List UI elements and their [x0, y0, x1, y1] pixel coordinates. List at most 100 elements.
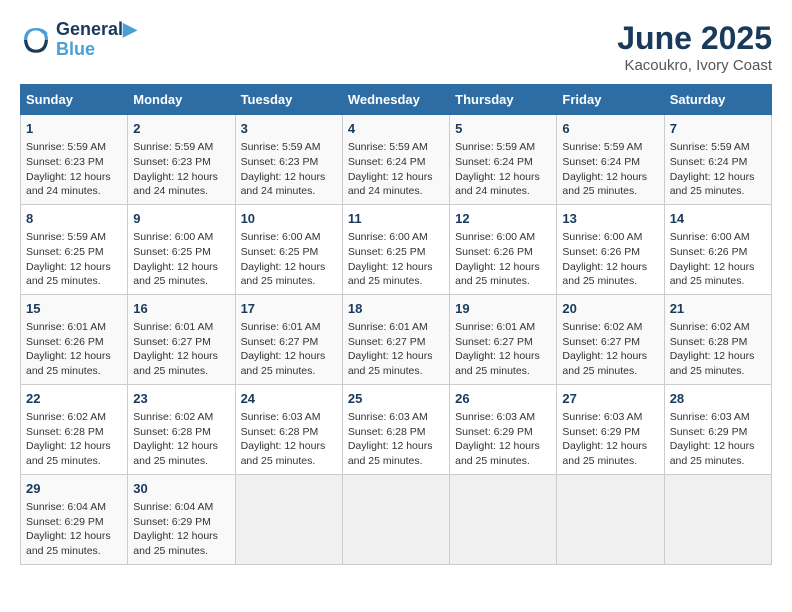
day-number: 27	[562, 390, 658, 408]
calendar-cell: 3 Sunrise: 5:59 AM Sunset: 6:23 PM Daylig…	[235, 115, 342, 205]
day-number: 15	[26, 300, 122, 318]
day-info: Sunrise: 6:02 AM Sunset: 6:27 PM Dayligh…	[562, 320, 658, 379]
calendar-cell: 15 Sunrise: 6:01 AM Sunset: 6:26 PM Dayli…	[21, 294, 128, 384]
day-number: 14	[670, 210, 766, 228]
calendar-cell: 28 Sunrise: 6:03 AM Sunset: 6:29 PM Dayli…	[664, 384, 771, 474]
calendar-cell: 1Sunrise: 5:59 AM Sunset: 6:23 PM Daylig…	[21, 115, 128, 205]
calendar-cell: 2Sunrise: 5:59 AM Sunset: 6:23 PM Daylig…	[128, 115, 235, 205]
calendar-cell: 26 Sunrise: 6:03 AM Sunset: 6:29 PM Dayli…	[450, 384, 557, 474]
main-title: June 2025	[617, 20, 772, 57]
day-info: Sunrise: 6:03 AM Sunset: 6:28 PM Dayligh…	[348, 410, 444, 469]
day-info: Sunrise: 5:59 AM Sunset: 6:24 PM Dayligh…	[455, 140, 551, 199]
day-number: 21	[670, 300, 766, 318]
calendar-cell: 10Sunrise: 6:00 AM Sunset: 6:25 PM Dayli…	[235, 204, 342, 294]
day-header-thursday: Thursday	[450, 85, 557, 115]
day-number: 28	[670, 390, 766, 408]
calendar-cell: 30 Sunrise: 6:04 AM Sunset: 6:29 PM Dayli…	[128, 474, 235, 564]
day-number: 16	[133, 300, 229, 318]
day-number: 8	[26, 210, 122, 228]
day-number: 2	[133, 120, 229, 138]
day-info: Sunrise: 6:00 AM Sunset: 6:26 PM Dayligh…	[562, 230, 658, 289]
calendar-header-row: SundayMondayTuesdayWednesdayThursdayFrid…	[21, 85, 772, 115]
calendar-cell: 8 Sunrise: 5:59 AM Sunset: 6:25 PM Daylig…	[21, 204, 128, 294]
calendar-cell: 19Sunrise: 6:01 AM Sunset: 6:27 PM Dayli…	[450, 294, 557, 384]
day-header-tuesday: Tuesday	[235, 85, 342, 115]
day-number: 25	[348, 390, 444, 408]
calendar-cell: 16 Sunrise: 6:01 AM Sunset: 6:27 PM Dayli…	[128, 294, 235, 384]
logo-text: General▶ Blue	[56, 20, 137, 60]
calendar-cell: 5 Sunrise: 5:59 AM Sunset: 6:24 PM Daylig…	[450, 115, 557, 205]
day-info: Sunrise: 6:01 AM Sunset: 6:27 PM Dayligh…	[241, 320, 337, 379]
day-number: 5	[455, 120, 551, 138]
calendar-cell: 29Sunrise: 6:04 AM Sunset: 6:29 PM Dayli…	[21, 474, 128, 564]
day-number: 26	[455, 390, 551, 408]
day-number: 23	[133, 390, 229, 408]
day-header-saturday: Saturday	[664, 85, 771, 115]
calendar-cell: 13 Sunrise: 6:00 AM Sunset: 6:26 PM Dayli…	[557, 204, 664, 294]
day-info: Sunrise: 6:04 AM Sunset: 6:29 PM Dayligh…	[133, 500, 229, 559]
day-number: 7	[670, 120, 766, 138]
day-number: 12	[455, 210, 551, 228]
subtitle: Kacoukro, Ivory Coast	[617, 57, 772, 74]
calendar-cell: 17 Sunrise: 6:01 AM Sunset: 6:27 PM Dayli…	[235, 294, 342, 384]
day-info: Sunrise: 6:03 AM Sunset: 6:29 PM Dayligh…	[455, 410, 551, 469]
day-number: 17	[241, 300, 337, 318]
day-info: Sunrise: 6:00 AM Sunset: 6:25 PM Dayligh…	[133, 230, 229, 289]
day-number: 6	[562, 120, 658, 138]
calendar-cell	[557, 474, 664, 564]
calendar-week-4: 22 Sunrise: 6:02 AM Sunset: 6:28 PM Dayli…	[21, 384, 772, 474]
day-info: Sunrise: 6:03 AM Sunset: 6:29 PM Dayligh…	[562, 410, 658, 469]
calendar-body: 1 Sunrise: 5:59 AM Sunset: 6:23 PM Daylig…	[21, 115, 772, 565]
day-info: Sunrise: 6:01 AM Sunset: 6:27 PM Dayligh…	[348, 320, 444, 379]
day-info: Sunrise: 6:01 AM Sunset: 6:26 PM Dayligh…	[26, 320, 122, 379]
day-info: Sunrise: 6:01 AM Sunset: 6:27 PM Dayligh…	[455, 320, 551, 379]
day-number: 13	[562, 210, 658, 228]
header: General▶ Blue June 2025 Kacoukro, Ivory …	[20, 20, 772, 74]
calendar-week-3: 15 Sunrise: 6:01 AM Sunset: 6:26 PM Dayli…	[21, 294, 772, 384]
calendar-cell	[342, 474, 449, 564]
day-header-sunday: Sunday	[21, 85, 128, 115]
calendar-cell: 14Sunrise: 6:00 AM Sunset: 6:26 PM Dayli…	[664, 204, 771, 294]
calendar-cell: 23 Sunrise: 6:02 AM Sunset: 6:28 PM Dayli…	[128, 384, 235, 474]
calendar-cell	[235, 474, 342, 564]
day-info: Sunrise: 6:03 AM Sunset: 6:28 PM Dayligh…	[241, 410, 337, 469]
day-number: 30	[133, 480, 229, 498]
day-number: 10	[241, 210, 337, 228]
logo: General▶ Blue	[20, 20, 137, 60]
day-info: Sunrise: 5:59 AM Sunset: 6:24 PM Dayligh…	[670, 140, 766, 199]
calendar-week-5: 29Sunrise: 6:04 AM Sunset: 6:29 PM Dayli…	[21, 474, 772, 564]
day-header-friday: Friday	[557, 85, 664, 115]
day-info: Sunrise: 6:02 AM Sunset: 6:28 PM Dayligh…	[133, 410, 229, 469]
calendar-week-2: 8 Sunrise: 5:59 AM Sunset: 6:25 PM Daylig…	[21, 204, 772, 294]
day-info: Sunrise: 6:03 AM Sunset: 6:29 PM Dayligh…	[670, 410, 766, 469]
day-number: 1	[26, 120, 122, 138]
day-number: 20	[562, 300, 658, 318]
calendar-week-1: 1 Sunrise: 5:59 AM Sunset: 6:23 PM Daylig…	[21, 115, 772, 205]
day-header-monday: Monday	[128, 85, 235, 115]
calendar-cell: 9 Sunrise: 6:00 AM Sunset: 6:25 PM Daylig…	[128, 204, 235, 294]
calendar-cell: 18Sunrise: 6:01 AM Sunset: 6:27 PM Dayli…	[342, 294, 449, 384]
calendar-cell: 20 Sunrise: 6:02 AM Sunset: 6:27 PM Dayli…	[557, 294, 664, 384]
day-number: 11	[348, 210, 444, 228]
day-info: Sunrise: 5:59 AM Sunset: 6:25 PM Dayligh…	[26, 230, 122, 289]
day-number: 22	[26, 390, 122, 408]
calendar-cell: 4Sunrise: 5:59 AM Sunset: 6:24 PM Daylig…	[342, 115, 449, 205]
day-info: Sunrise: 6:00 AM Sunset: 6:26 PM Dayligh…	[455, 230, 551, 289]
calendar-cell: 27 Sunrise: 6:03 AM Sunset: 6:29 PM Dayli…	[557, 384, 664, 474]
calendar-cell: 12 Sunrise: 6:00 AM Sunset: 6:26 PM Dayli…	[450, 204, 557, 294]
calendar-cell: 11 Sunrise: 6:00 AM Sunset: 6:25 PM Dayli…	[342, 204, 449, 294]
day-info: Sunrise: 6:02 AM Sunset: 6:28 PM Dayligh…	[26, 410, 122, 469]
day-number: 3	[241, 120, 337, 138]
day-header-wednesday: Wednesday	[342, 85, 449, 115]
day-info: Sunrise: 6:00 AM Sunset: 6:25 PM Dayligh…	[348, 230, 444, 289]
day-number: 9	[133, 210, 229, 228]
logo-icon	[20, 24, 52, 56]
day-info: Sunrise: 5:59 AM Sunset: 6:23 PM Dayligh…	[241, 140, 337, 199]
day-info: Sunrise: 6:02 AM Sunset: 6:28 PM Dayligh…	[670, 320, 766, 379]
calendar-cell	[664, 474, 771, 564]
title-area: June 2025 Kacoukro, Ivory Coast	[617, 20, 772, 74]
calendar-cell: 7 Sunrise: 5:59 AM Sunset: 6:24 PM Daylig…	[664, 115, 771, 205]
calendar-cell: 24Sunrise: 6:03 AM Sunset: 6:28 PM Dayli…	[235, 384, 342, 474]
day-info: Sunrise: 6:01 AM Sunset: 6:27 PM Dayligh…	[133, 320, 229, 379]
calendar-cell: 25 Sunrise: 6:03 AM Sunset: 6:28 PM Dayli…	[342, 384, 449, 474]
